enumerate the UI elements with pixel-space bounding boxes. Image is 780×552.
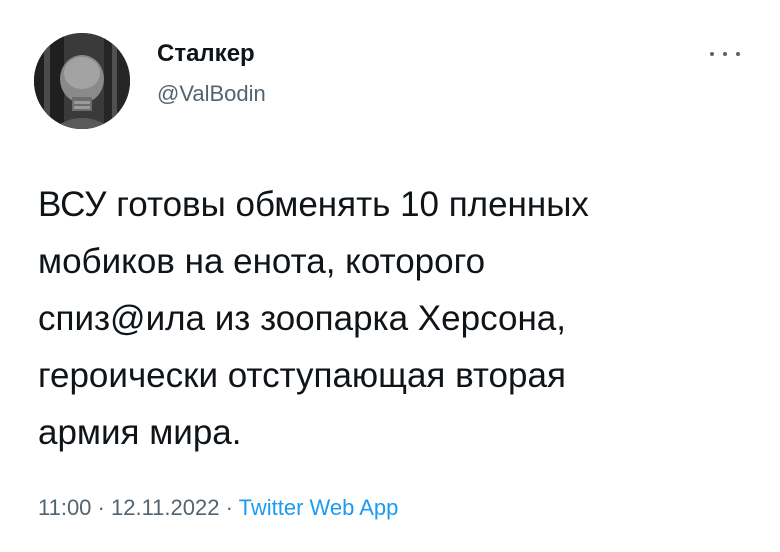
tweet-line: мобиков на енота, которого <box>38 242 486 281</box>
tweet-date[interactable]: 12.11.2022 <box>111 495 219 520</box>
tweet-line: героически отступающая вторая <box>38 356 566 395</box>
dot <box>710 52 714 56</box>
separator: · <box>219 495 239 520</box>
tweet-text: ВСУ готовы обменять 10 пленных мобиков н… <box>38 176 738 461</box>
tweet-line: армия мира. <box>38 413 242 452</box>
tweet-card: Сталкер @ValBodin ВСУ готовы обменять 10… <box>0 0 780 552</box>
author-display-name[interactable]: Сталкер <box>157 40 255 68</box>
dot <box>723 52 727 56</box>
author-handle[interactable]: @ValBodin <box>157 81 266 107</box>
avatar[interactable] <box>34 33 130 129</box>
tweet-line: ВСУ готовы обменять 10 пленных <box>38 185 589 224</box>
avatar-image <box>34 33 130 129</box>
tweet-line: спиз@ила из зоопарка Херсона, <box>38 299 566 338</box>
separator: · <box>91 495 111 520</box>
more-horizontal-icon[interactable] <box>710 44 740 64</box>
tweet-source-app[interactable]: Twitter Web App <box>239 495 399 520</box>
tweet-meta: 11:00 · 12.11.2022 · Twitter Web App <box>38 495 398 521</box>
dot <box>736 52 740 56</box>
tweet-time[interactable]: 11:00 <box>38 495 91 520</box>
